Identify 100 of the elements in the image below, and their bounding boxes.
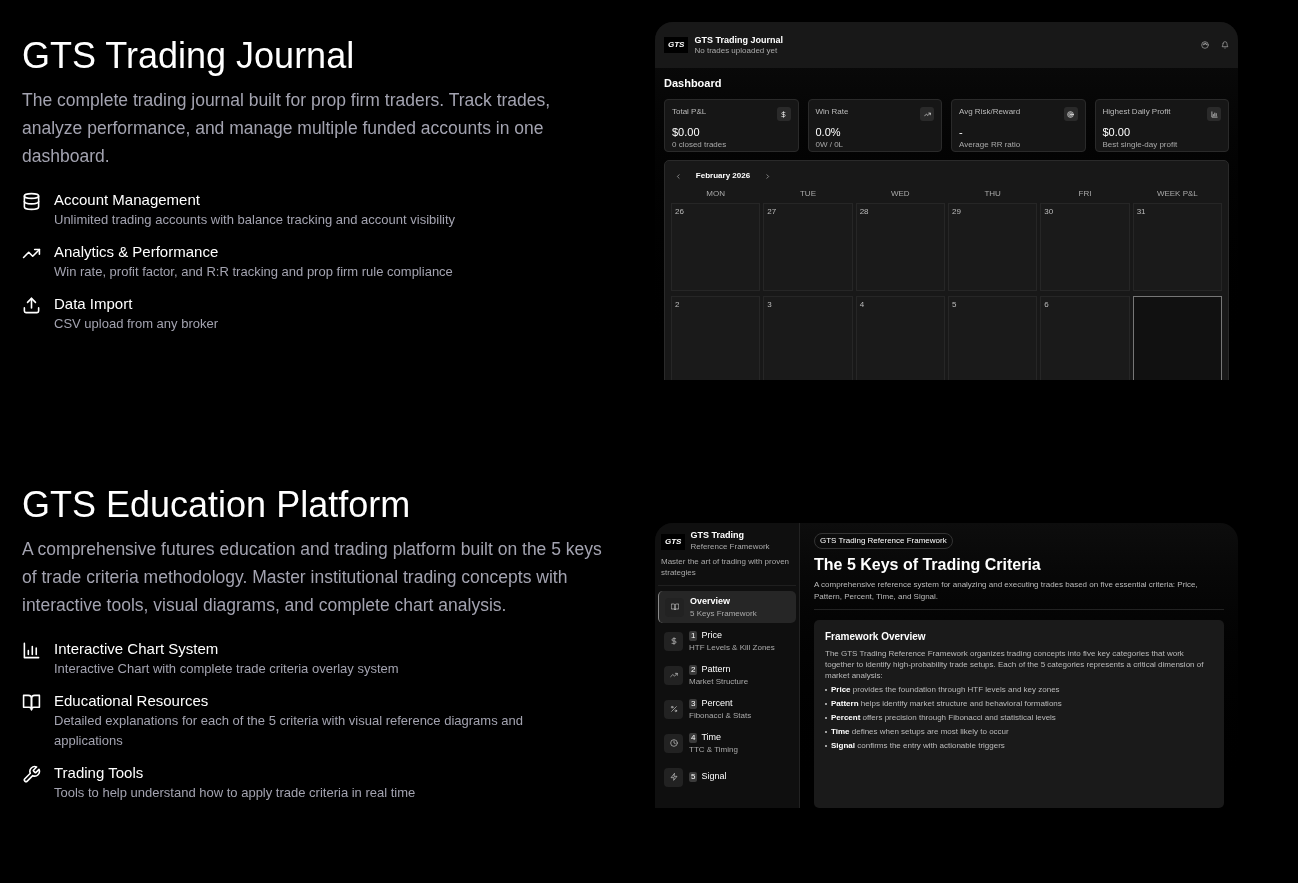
bullet-text: Signal confirms the entry with actionable triggers xyxy=(831,740,1005,751)
bullet-text: Percent offers precision through Fibonacci and statistical levels xyxy=(831,712,1056,723)
feature-title: Trading Tools xyxy=(54,763,145,783)
calendar-day[interactable]: 5 xyxy=(948,296,1038,380)
calendar-day[interactable]: 3 xyxy=(763,296,853,380)
app-subtitle: No trades uploaded yet xyxy=(694,45,779,56)
calendar-day[interactable] xyxy=(1132,296,1222,380)
upload-icon xyxy=(22,296,41,315)
stat-caption: 0 closed trades xyxy=(672,139,728,151)
calendar-day[interactable]: 31 xyxy=(1132,203,1222,291)
calendar-day[interactable]: 29 xyxy=(948,203,1038,291)
calendar-day[interactable]: 30 xyxy=(1040,203,1130,291)
calendar-day[interactable]: 28 xyxy=(855,203,945,291)
nav-subtitle: HTF Levels & Kill Zones xyxy=(689,642,775,653)
tagline: Master the art of trading with proven strategies xyxy=(658,556,796,586)
book-icon xyxy=(670,603,679,611)
weekday-label: MON xyxy=(705,189,726,200)
nav-subtitle: 5 Keys Framework xyxy=(690,608,757,619)
stat-caption: Best single-day profit xyxy=(1102,139,1179,151)
feature-description: Interactive Chart with complete trade criteria overlay system xyxy=(54,660,400,678)
database-icon xyxy=(22,192,41,211)
app-title: GTS Trading Journal xyxy=(694,34,783,46)
nav-subtitle: Fibonacci & Stats xyxy=(689,710,752,721)
nav-item[interactable]: 4 Time TTC & Timing xyxy=(658,727,796,759)
nav-title: Percent xyxy=(701,697,733,711)
nav-title: Signal xyxy=(701,770,727,784)
feature-title: Educational Resources xyxy=(54,691,210,711)
brand-subtitle: Reference Framework xyxy=(690,541,770,553)
day-number: 28 xyxy=(859,207,870,216)
book-icon xyxy=(22,693,41,712)
number-badge: 1 xyxy=(689,631,698,641)
nav-item[interactable]: 1 Price HTF Levels & Kill Zones xyxy=(658,625,796,657)
chevron-right-icon[interactable] xyxy=(764,172,771,180)
feature-description: CSV upload from any broker xyxy=(54,315,220,333)
intro-text: A comprehensive reference system for analyzing and executing trades based on five essential criteria: Price, Pattern, Percent, Time, and Signal. xyxy=(814,579,1224,610)
card-paragraph: The GTS Trading Reference Framework organizes trading concepts into five key categories that work together to identify high-probability trade setups. Each of the 5 categories represents a critical dimension of market analysis: xyxy=(825,648,1205,681)
calendar-day[interactable]: 2 xyxy=(671,296,761,380)
lightning-icon xyxy=(669,773,678,781)
logo: GTS xyxy=(664,37,689,53)
feature-title: Data Import xyxy=(54,294,134,314)
nav-item[interactable]: 3 Percent Fibonacci & Stats xyxy=(658,693,796,725)
day-number: 29 xyxy=(952,207,962,216)
number-badge: 4 xyxy=(689,733,698,743)
day-number: 30 xyxy=(1044,207,1055,216)
number-badge: 3 xyxy=(689,699,698,709)
day-number: 27 xyxy=(767,207,778,216)
logo: GTS xyxy=(661,533,686,550)
nav-item[interactable]: Overview 5 Keys Framework xyxy=(658,591,796,623)
number-badge: 5 xyxy=(689,772,698,782)
bullet-text: Time defines when setups are most likely to occur xyxy=(831,726,1009,737)
chevron-left-icon[interactable] xyxy=(675,172,682,180)
nav-title: Price xyxy=(701,629,722,643)
calendar-day[interactable]: 6 xyxy=(1040,296,1130,380)
stat-label: Highest Daily Profit xyxy=(1102,106,1171,118)
feature-description: Tools to help understand how to apply trade criteria in real time xyxy=(54,784,417,802)
feature-description: Unlimited trading accounts with balance tracking and account visibility xyxy=(54,211,457,229)
day-number: 6 xyxy=(1044,300,1050,309)
calendar-day[interactable]: 4 xyxy=(855,296,945,380)
calendar-day[interactable]: 26 xyxy=(671,203,761,291)
trend-up-icon xyxy=(923,110,931,118)
card-title: Framework Overview xyxy=(825,630,927,644)
feature-title: Analytics & Performance xyxy=(54,242,220,262)
target-icon xyxy=(1067,110,1074,118)
number-badge: 2 xyxy=(689,665,698,675)
weekday-label: WEEK P&L xyxy=(1155,189,1199,200)
clock-icon xyxy=(669,739,678,747)
stat-value: 0.0% xyxy=(815,126,842,139)
stat-label: Avg Risk/Reward xyxy=(959,106,1021,118)
product-description: The complete trading journal built for prop firm traders. Track trades, analyze performance, and manage multiple funded accounts in one dashboard. xyxy=(22,89,552,168)
day-number: 5 xyxy=(952,300,958,309)
nav-subtitle: Market Structure xyxy=(689,676,749,687)
bullet-text: Pattern helps identify market structure and behavioral formations xyxy=(831,698,1062,709)
calendar-day[interactable]: 27 xyxy=(763,203,853,291)
stat-caption: Average RR ratio xyxy=(959,139,1022,151)
main-heading: The 5 Keys of Trading Criteria xyxy=(814,555,1042,575)
bar-chart-icon xyxy=(22,641,41,660)
nav-item[interactable]: 5 Signal xyxy=(658,761,796,793)
weekday-label: FRI xyxy=(1077,189,1093,200)
stat-label: Total P&L xyxy=(672,106,707,118)
trend-up-icon xyxy=(669,671,678,679)
stat-label: Win Rate xyxy=(815,106,849,118)
bell-icon xyxy=(1221,41,1229,49)
stat-caption: 0W / 0L xyxy=(815,139,845,151)
stat-value: - xyxy=(959,126,964,139)
stat-value: $0.00 xyxy=(672,126,701,139)
weekday-label: WED xyxy=(890,189,911,200)
feature-title: Account Management xyxy=(54,190,201,210)
bar-chart-icon xyxy=(1210,110,1218,118)
month-label: February 2026 xyxy=(694,170,752,182)
feature-description: Detailed explanations for each of the 5 criteria with visual reference diagrams and applications xyxy=(54,712,524,750)
nav-title: Time xyxy=(701,731,722,745)
wrench-icon xyxy=(22,765,41,784)
nav-item[interactable]: 2 Pattern Market Structure xyxy=(658,659,796,691)
stat-value: $0.00 xyxy=(1102,126,1132,139)
dollar-icon xyxy=(669,637,678,645)
dollar-icon xyxy=(780,110,787,118)
brand-title: GTS Trading xyxy=(690,530,745,541)
palette-icon xyxy=(1201,41,1209,49)
nav-title: Pattern xyxy=(701,663,731,677)
product-title: GTS Trading Journal xyxy=(22,34,356,78)
